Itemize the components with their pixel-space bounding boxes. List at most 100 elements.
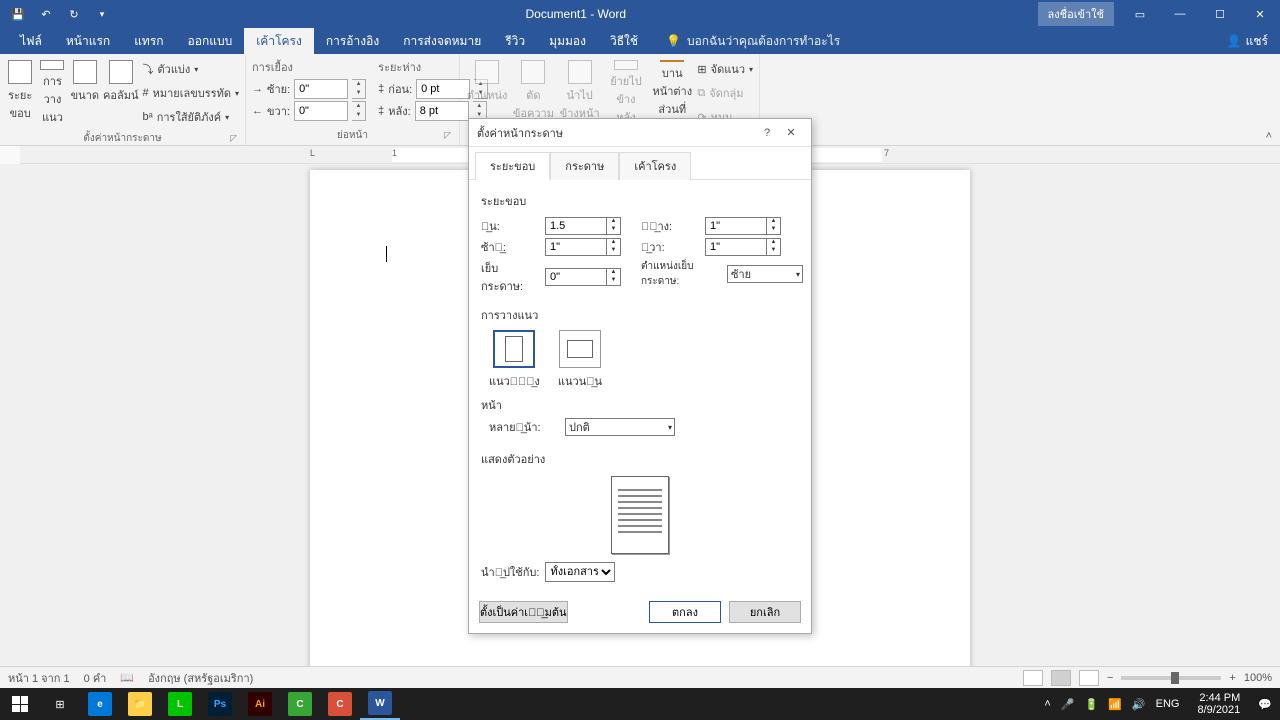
taskbar-app-camtasia2[interactable]: C <box>320 688 360 720</box>
selection-pane-button[interactable]: บานหน้าต่าง ส่วนที่เลือก <box>651 58 693 126</box>
taskbar-app-explorer[interactable]: 📁 <box>120 688 160 720</box>
zoom-out-icon[interactable]: − <box>1107 672 1113 684</box>
zoom-slider[interactable] <box>1121 676 1221 680</box>
tab-mailings[interactable]: การส่งจดหมาย <box>391 28 493 54</box>
left-margin-spinner[interactable]: ▲▼ <box>545 238 621 256</box>
qat-customize-icon[interactable]: ▾ <box>90 2 114 26</box>
redo-icon[interactable]: ↻ <box>62 2 86 26</box>
tray-clock[interactable]: 2:44 PM 8/9/2021 <box>1189 692 1248 716</box>
right-margin-spinner[interactable]: ▲▼ <box>705 238 781 256</box>
left-margin-input[interactable] <box>545 238 607 256</box>
ribbon-display-icon[interactable]: ▭ <box>1120 0 1160 28</box>
tray-chevron-icon[interactable]: ˄ <box>1044 698 1050 710</box>
task-view-icon[interactable]: ⊞ <box>40 688 80 720</box>
breaks-button[interactable]: ⤵ตัวแบ่ง▾ <box>143 58 239 80</box>
status-lang[interactable]: อังกฤษ (สหรัฐอเมริกา) <box>148 669 253 687</box>
view-print-icon[interactable] <box>1051 670 1071 686</box>
top-margin-spinner[interactable]: ▲▼ <box>545 217 621 235</box>
paragraph-launcher-icon[interactable]: ◸ <box>444 130 451 141</box>
sign-in-button[interactable]: ลงชื่อเข้าใช้ <box>1038 2 1114 26</box>
align-button[interactable]: ⊞จัดแนว▾ <box>697 58 753 80</box>
taskbar-app-illustrator[interactable]: Ai <box>240 688 280 720</box>
tray-notifications-icon[interactable]: 💬 <box>1258 698 1272 711</box>
indent-left-spinner[interactable]: ▲▼ <box>352 79 366 99</box>
cancel-button[interactable]: ยกเลิก <box>729 601 801 623</box>
line-numbers-button[interactable]: #หมายเลขบรรทัด▾ <box>143 82 239 104</box>
view-web-icon[interactable] <box>1079 670 1099 686</box>
start-button[interactable] <box>0 688 40 720</box>
margins-button[interactable]: ระยะ ขอบ <box>6 58 34 126</box>
tab-layout[interactable]: เค้าโครง <box>244 28 314 54</box>
set-default-button[interactable]: ตั้งเป็นค่าเริ̲มต้น <box>479 601 568 623</box>
tell-me[interactable]: 💡 บอกฉันว่าคุณต้องการทำอะไร <box>666 32 840 51</box>
indent-right-spinner[interactable]: ▲▼ <box>352 101 366 121</box>
taskbar-app-word[interactable]: W <box>360 688 400 720</box>
tray-mic-icon[interactable]: 🎤 <box>1061 698 1075 711</box>
spellcheck-icon[interactable]: 📖 <box>120 671 134 684</box>
indent-left-input[interactable] <box>294 79 348 99</box>
undo-icon[interactable]: ↶ <box>34 2 58 26</box>
tray-wifi-icon[interactable]: 📶 <box>1108 698 1122 711</box>
zoom-in-icon[interactable]: + <box>1229 672 1235 684</box>
tab-design[interactable]: ออกแบบ <box>176 28 245 54</box>
gutter-input[interactable] <box>545 268 607 286</box>
ok-button[interactable]: ตกลง <box>649 601 721 623</box>
tab-insert[interactable]: แทรก <box>122 28 175 54</box>
size-label: ขนาด <box>71 86 99 104</box>
save-icon[interactable]: 💾 <box>6 2 30 26</box>
size-button[interactable]: ขนาด <box>71 58 99 126</box>
dialog-close-icon[interactable]: ✕ <box>779 126 803 139</box>
indent-right[interactable]: ←ขวา:▲▼ <box>252 100 366 122</box>
close-icon[interactable]: ✕ <box>1240 0 1280 28</box>
taskbar-app-photoshop[interactable]: Ps <box>200 688 240 720</box>
window-title: Document1 - Word <box>114 7 1038 21</box>
indent-left-label: ซ้าย: <box>267 80 290 98</box>
dialog-tab-layout[interactable]: เค้าโครง <box>619 152 691 180</box>
tab-view[interactable]: มุมมอง <box>537 28 598 54</box>
taskbar-app-edge[interactable]: e <box>80 688 120 720</box>
landscape-label: แนวนอ̲น <box>558 372 602 390</box>
tray-lang[interactable]: ENG <box>1156 698 1180 710</box>
status-page[interactable]: หน้า 1 จาก 1 <box>8 669 70 687</box>
dialog-tab-margins[interactable]: ระยะขอบ <box>475 152 550 180</box>
tab-home[interactable]: หน้าแรก <box>54 28 122 54</box>
status-words[interactable]: 0 คำ <box>84 669 107 687</box>
gutter-spinner[interactable]: ▲▼ <box>545 268 621 286</box>
collapse-ribbon-icon[interactable]: ˄ <box>1266 130 1272 142</box>
gutter-pos-select[interactable]: ซ้าย▾ <box>727 265 803 283</box>
right-margin-input[interactable] <box>705 238 767 256</box>
tab-help[interactable]: วิธีใช้ <box>598 28 650 54</box>
orientation-portrait[interactable]: แนวตั้̲ง <box>489 330 540 390</box>
indent-left[interactable]: →ซ้าย:▲▼ <box>252 78 366 100</box>
dialog-help-icon[interactable]: ? <box>755 127 779 139</box>
tray-date: 8/9/2021 <box>1197 704 1240 716</box>
tab-file[interactable]: ไฟล์ <box>8 28 54 54</box>
bottom-margin-input[interactable] <box>705 217 767 235</box>
page-setup-dialog: ตั้งค่าหน้ากระดาษ ? ✕ ระยะขอบ กระดาษ เค้… <box>468 118 812 634</box>
tab-references[interactable]: การอ้างอิง <box>314 28 391 54</box>
orientation-landscape[interactable]: แนวนอ̲น <box>558 330 602 390</box>
group-button: ⧉จัดกลุ่ม <box>697 82 753 104</box>
hyphenation-button[interactable]: bᵃการใส้ยัติภังค์▾ <box>143 106 239 128</box>
columns-button[interactable]: คอลัมน์ <box>103 58 138 126</box>
tray-battery-icon[interactable]: 🔋 <box>1085 698 1099 711</box>
top-margin-input[interactable] <box>545 217 607 235</box>
indent-right-input[interactable] <box>294 101 348 121</box>
preview-box <box>611 476 669 554</box>
tab-review[interactable]: รีวิว <box>493 28 537 54</box>
maximize-icon[interactable]: ☐ <box>1200 0 1240 28</box>
multipages-select[interactable]: ปกติ▾ <box>565 418 675 436</box>
share-button[interactable]: 👤 แชร์ <box>1227 32 1268 51</box>
applyto-select[interactable]: ทั้งเอกสาร <box>545 562 615 582</box>
taskbar-app-camtasia[interactable]: C <box>280 688 320 720</box>
view-read-icon[interactable] <box>1023 670 1043 686</box>
orientation-button[interactable]: การวาง แนว <box>38 58 66 126</box>
zoom-level[interactable]: 100% <box>1244 672 1272 684</box>
tray-volume-icon[interactable]: 🔊 <box>1132 698 1146 711</box>
vertical-ruler[interactable] <box>0 164 20 666</box>
bottom-margin-spinner[interactable]: ▲▼ <box>705 217 781 235</box>
minimize-icon[interactable]: — <box>1160 0 1200 28</box>
taskbar-app-line[interactable]: L <box>160 688 200 720</box>
page-setup-launcher-icon[interactable]: ◸ <box>230 133 237 144</box>
dialog-tab-paper[interactable]: กระดาษ <box>550 152 619 180</box>
